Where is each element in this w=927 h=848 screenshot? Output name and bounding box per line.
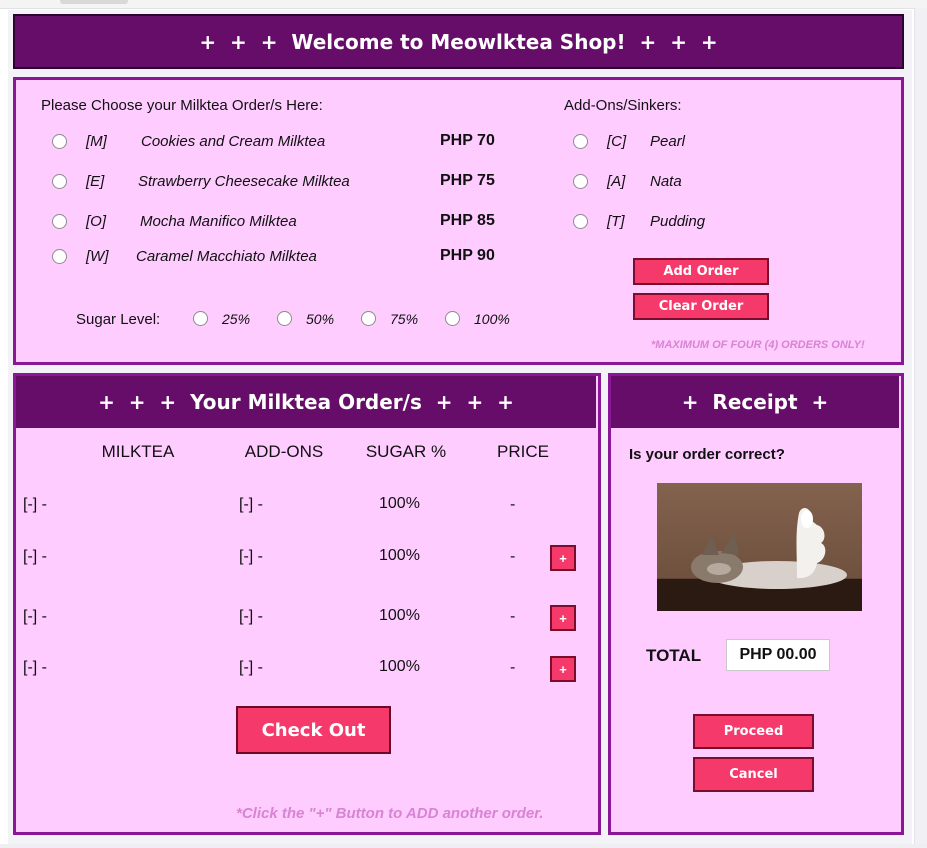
sugar-value: 25% bbox=[222, 311, 251, 327]
sugar-value: 75% bbox=[390, 311, 419, 327]
addon-name: Pudding bbox=[650, 213, 706, 230]
checkout-button[interactable]: Check Out bbox=[236, 706, 391, 754]
sugar-value: 50% bbox=[306, 311, 335, 327]
max-orders-note: *MAXIMUM OF FOUR (4) ORDERS ONLY! bbox=[651, 339, 865, 351]
order-price: - bbox=[510, 496, 516, 513]
addon-code: [C] bbox=[607, 133, 627, 150]
order-addons: [-] - bbox=[239, 496, 263, 513]
col-header-addons: ADD-ONS bbox=[244, 442, 324, 461]
window-bottom-strip bbox=[0, 844, 927, 848]
shop-title: + + + Welcome to Meowlktea Shop! + + + bbox=[199, 29, 718, 54]
milktea-price: PHP 75 bbox=[440, 172, 495, 189]
milktea-heading: Please Choose your Milktea Order/s Here: bbox=[41, 97, 323, 114]
addon-name: Nata bbox=[650, 173, 682, 190]
sugar-radio[interactable] bbox=[193, 311, 208, 326]
milktea-price: PHP 85 bbox=[440, 212, 495, 229]
sugar-radio[interactable] bbox=[277, 311, 292, 326]
milktea-price: PHP 90 bbox=[440, 247, 495, 264]
milktea-code: [E] bbox=[86, 173, 105, 190]
addon-code: [T] bbox=[607, 213, 625, 230]
clear-order-button[interactable]: Clear Order bbox=[633, 293, 769, 320]
addon-radio[interactable] bbox=[573, 214, 588, 229]
shop-header: + + + Welcome to Meowlktea Shop! + + + bbox=[13, 14, 904, 69]
milktea-radio[interactable] bbox=[52, 134, 67, 149]
order-price: - bbox=[510, 659, 516, 676]
order-sugar: 100% bbox=[379, 495, 420, 512]
add-order-row-button[interactable]: + bbox=[550, 605, 576, 631]
add-order-button[interactable]: Add Order bbox=[633, 258, 769, 285]
orders-title: + + + Your Milktea Order/s + + + bbox=[98, 390, 514, 414]
sugar-level-label: Sugar Level: bbox=[76, 311, 161, 328]
milktea-name: Caramel Macchiato Milktea bbox=[136, 248, 317, 265]
add-order-note: *Click the "+" Button to ADD another ord… bbox=[236, 805, 544, 822]
window-tab[interactable] bbox=[60, 0, 128, 4]
milktea-name: Strawberry Cheesecake Milktea bbox=[138, 173, 350, 190]
window-top-strip bbox=[0, 0, 927, 9]
order-sugar: 100% bbox=[379, 547, 420, 564]
add-order-row-button[interactable]: + bbox=[550, 545, 576, 571]
addon-name: Pearl bbox=[650, 133, 686, 150]
order-sugar: 100% bbox=[379, 607, 420, 624]
milktea-name: Mocha Manifico Milktea bbox=[140, 213, 297, 230]
sugar-value: 100% bbox=[474, 311, 510, 327]
cat-thumbs-up-image bbox=[657, 483, 862, 611]
milktea-code: [W] bbox=[86, 248, 109, 265]
milktea-name: Cookies and Cream Milktea bbox=[141, 133, 326, 150]
col-header-price: PRICE bbox=[497, 442, 549, 461]
col-header-milktea: MILKTEA bbox=[101, 442, 175, 461]
sugar-radio[interactable] bbox=[445, 311, 460, 326]
add-order-row-button[interactable]: + bbox=[550, 656, 576, 682]
cat-thumbs-up-picture bbox=[657, 483, 862, 611]
addon-radio[interactable] bbox=[573, 134, 588, 149]
order-addons: [-] - bbox=[239, 548, 263, 565]
sugar-radio[interactable] bbox=[361, 311, 376, 326]
receipt-title: + Receipt + bbox=[681, 390, 829, 414]
col-header-sugar: SUGAR % bbox=[365, 442, 447, 461]
orders-title-bar: + + + Your Milktea Order/s + + + bbox=[16, 376, 596, 428]
order-milktea: [-] - bbox=[23, 496, 47, 513]
milktea-radio[interactable] bbox=[52, 249, 67, 264]
order-addons: [-] - bbox=[239, 608, 263, 625]
total-label: TOTAL bbox=[646, 646, 702, 665]
total-value: PHP 00.00 bbox=[739, 646, 817, 663]
milktea-code: [O] bbox=[86, 213, 107, 230]
milktea-price: PHP 70 bbox=[440, 132, 495, 149]
order-price: - bbox=[510, 608, 516, 625]
receipt-title-bar: + Receipt + bbox=[611, 376, 899, 428]
vertical-scrollbar[interactable] bbox=[914, 8, 927, 848]
cancel-button[interactable]: Cancel bbox=[693, 757, 814, 792]
addon-code: [A] bbox=[607, 173, 626, 190]
addon-radio[interactable] bbox=[573, 174, 588, 189]
order-addons: [-] - bbox=[239, 659, 263, 676]
milktea-radio[interactable] bbox=[52, 214, 67, 229]
order-milktea: [-] - bbox=[23, 548, 47, 565]
order-price: - bbox=[510, 548, 516, 565]
order-milktea: [-] - bbox=[23, 608, 47, 625]
addons-heading: Add-Ons/Sinkers: bbox=[564, 97, 682, 114]
milktea-code: [M] bbox=[86, 133, 107, 150]
order-sugar: 100% bbox=[379, 658, 420, 675]
order-milktea: [-] - bbox=[23, 659, 47, 676]
total-value-box: PHP 00.00 bbox=[726, 639, 830, 671]
proceed-button[interactable]: Proceed bbox=[693, 714, 814, 749]
milktea-radio[interactable] bbox=[52, 174, 67, 189]
receipt-question: Is your order correct? bbox=[629, 446, 785, 463]
